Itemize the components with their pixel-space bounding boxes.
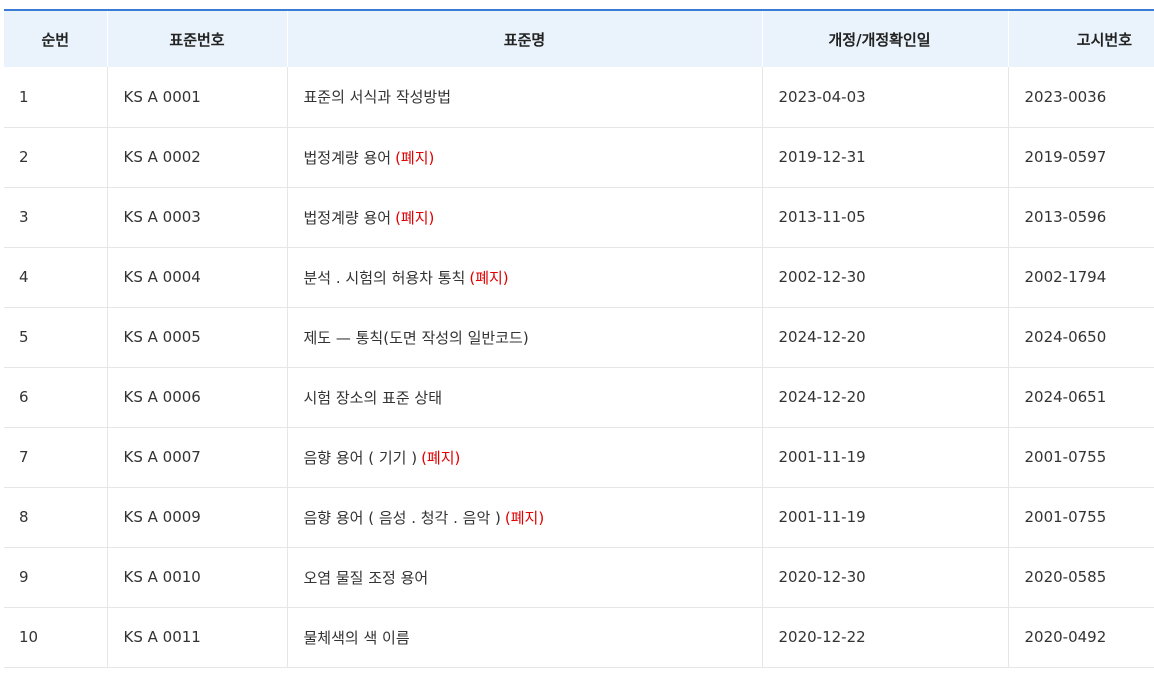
cell-notice-no: 2020-0585 bbox=[1024, 568, 1107, 586]
cell-standard-name[interactable]: 법정계량 용어 (폐지) bbox=[287, 187, 763, 247]
abolished-badge: (폐지) bbox=[469, 268, 509, 287]
cell-standard-no[interactable]: KS A 0004 bbox=[107, 247, 288, 307]
table-row: 6 KS A 0006 시험 장소의 표준 상태 2024-12-20 2024… bbox=[4, 367, 1154, 427]
cell-standard-no[interactable]: KS A 0009 bbox=[107, 487, 288, 547]
table-row: 1 KS A 0001 표준의 서식과 작성방법 2023-04-03 2023… bbox=[4, 67, 1154, 127]
standard-name-link[interactable]: 제도 — 통칙(도면 작성의 일반코드) bbox=[304, 329, 529, 347]
cell-index: 1 bbox=[4, 67, 108, 127]
standard-name-link[interactable]: 시험 장소의 표준 상태 bbox=[304, 389, 443, 407]
cell-standard-no[interactable]: KS A 0006 bbox=[107, 367, 288, 427]
cell-revision-date: 2001-11-19 bbox=[762, 487, 1009, 547]
cell-index: 7 bbox=[4, 427, 108, 487]
table-row: 7 KS A 0007 음향 용어 ( 기기 ) (폐지) 2001-11-19 … bbox=[4, 427, 1154, 487]
cell-standard-no[interactable]: KS A 0003 bbox=[107, 187, 288, 247]
cell-standard-name[interactable]: 오염 물질 조정 용어 bbox=[287, 547, 763, 607]
standard-name-link[interactable]: 음향 용어 ( 기기 ) bbox=[304, 449, 418, 467]
cell-revision-date: 2020-12-22 bbox=[762, 607, 1009, 667]
abolished-badge: (폐지) bbox=[395, 208, 435, 227]
cell-index: 9 bbox=[4, 547, 108, 607]
standards-table: 순번 표준번호 표준명 개정/개정확인일 고시번호 1 KS A 0001 표준… bbox=[4, 9, 1154, 668]
cell-index: 3 bbox=[4, 187, 108, 247]
cell-notice-no: 2024-0651 bbox=[1024, 388, 1107, 406]
cell-standard-no[interactable]: KS A 0011 bbox=[107, 607, 288, 667]
standard-name-link[interactable]: 오염 물질 조정 용어 bbox=[304, 569, 429, 587]
cell-revision-date: 2023-04-03 bbox=[762, 67, 1009, 127]
cell-revision-date: 2020-12-30 bbox=[762, 547, 1009, 607]
cell-notice-no: 2001-0755 bbox=[1024, 508, 1107, 526]
cell-standard-name[interactable]: 분석 . 시험의 허용차 통칙 (폐지) bbox=[287, 247, 763, 307]
table-row: 5 KS A 0005 제도 — 통칙(도면 작성의 일반코드) 2024-12… bbox=[4, 307, 1154, 367]
cell-standard-name[interactable]: 법정계량 용어 (폐지) bbox=[287, 127, 763, 187]
cell-standard-name[interactable]: 제도 — 통칙(도면 작성의 일반코드) bbox=[287, 307, 763, 367]
table-row: 3 KS A 0003 법정계량 용어 (폐지) 2013-11-05 2013-… bbox=[4, 187, 1154, 247]
cell-index: 6 bbox=[4, 367, 108, 427]
header-notice-no: 고시번호 bbox=[1008, 9, 1154, 67]
cell-index: 4 bbox=[4, 247, 108, 307]
table-row: 8 KS A 0009 음향 용어 ( 음성 . 청각 . 음악 ) (폐지) 2… bbox=[4, 487, 1154, 547]
abolished-badge: (폐지) bbox=[395, 148, 435, 167]
abolished-badge: (폐지) bbox=[421, 448, 461, 467]
cell-revision-date: 2013-11-05 bbox=[762, 187, 1009, 247]
standard-name-link[interactable]: 음향 용어 ( 음성 . 청각 . 음악 ) bbox=[304, 509, 501, 527]
cell-index: 10 bbox=[4, 607, 108, 667]
cell-standard-name[interactable]: 표준의 서식과 작성방법 bbox=[287, 67, 763, 127]
standard-name-link[interactable]: 표준의 서식과 작성방법 bbox=[304, 88, 452, 106]
cell-standard-name[interactable]: 음향 용어 ( 음성 . 청각 . 음악 ) (폐지) bbox=[287, 487, 763, 547]
table-row: 10 KS A 0011 물체색의 색 이름 2020-12-22 2020-0… bbox=[4, 607, 1154, 667]
cell-index: 5 bbox=[4, 307, 108, 367]
table-row: 2 KS A 0002 법정계량 용어 (폐지) 2019-12-31 2019-… bbox=[4, 127, 1154, 187]
standards-table-container: 순번 표준번호 표준명 개정/개정확인일 고시번호 1 KS A 0001 표준… bbox=[4, 9, 1154, 668]
abolished-badge: (폐지) bbox=[504, 508, 545, 527]
cell-notice-no: 2002-1794 bbox=[1024, 268, 1107, 286]
cell-notice-no: 2001-0755 bbox=[1024, 448, 1107, 466]
header-standard-name: 표준명 bbox=[287, 9, 763, 67]
standard-name-link[interactable]: 법정계량 용어 bbox=[304, 209, 392, 227]
header-row: 순번 표준번호 표준명 개정/개정확인일 고시번호 bbox=[4, 9, 1154, 67]
header-index: 순번 bbox=[4, 9, 108, 67]
cell-notice-no: 2019-0597 bbox=[1024, 148, 1107, 166]
cell-standard-no[interactable]: KS A 0001 bbox=[107, 67, 288, 127]
table-header: 순번 표준번호 표준명 개정/개정확인일 고시번호 bbox=[4, 9, 1154, 67]
cell-standard-no[interactable]: KS A 0002 bbox=[107, 127, 288, 187]
cell-standard-name[interactable]: 음향 용어 ( 기기 ) (폐지) bbox=[287, 427, 763, 487]
cell-notice-no: 2023-0036 bbox=[1024, 87, 1107, 106]
cell-index: 8 bbox=[4, 487, 108, 547]
standard-name-link[interactable]: 물체색의 색 이름 bbox=[304, 629, 410, 647]
standard-name-link[interactable]: 분석 . 시험의 허용차 통칙 bbox=[304, 269, 466, 287]
cell-notice-no: 2024-0650 bbox=[1024, 328, 1107, 346]
standard-name-link[interactable]: 법정계량 용어 bbox=[304, 149, 392, 167]
header-standard-no: 표준번호 bbox=[107, 9, 288, 67]
cell-revision-date: 2024-12-20 bbox=[762, 367, 1009, 427]
header-revision-date: 개정/개정확인일 bbox=[762, 9, 1009, 67]
cell-revision-date: 2002-12-30 bbox=[762, 247, 1009, 307]
table-row: 9 KS A 0010 오염 물질 조정 용어 2020-12-30 2020-… bbox=[4, 547, 1154, 607]
cell-standard-no[interactable]: KS A 0005 bbox=[107, 307, 288, 367]
cell-notice-no: 2013-0596 bbox=[1024, 208, 1107, 226]
cell-standard-name[interactable]: 물체색의 색 이름 bbox=[287, 607, 763, 667]
table-row: 4 KS A 0004 분석 . 시험의 허용차 통칙 (폐지) 2002-12-… bbox=[4, 247, 1154, 307]
cell-standard-no[interactable]: KS A 0007 bbox=[107, 427, 288, 487]
cell-standard-no[interactable]: KS A 0010 bbox=[107, 547, 288, 607]
cell-standard-name[interactable]: 시험 장소의 표준 상태 bbox=[287, 367, 763, 427]
table-body: 1 KS A 0001 표준의 서식과 작성방법 2023-04-03 2023… bbox=[4, 67, 1154, 667]
cell-revision-date: 2001-11-19 bbox=[762, 427, 1009, 487]
cell-revision-date: 2024-12-20 bbox=[762, 307, 1009, 367]
cell-index: 2 bbox=[4, 127, 108, 187]
cell-notice-no: 2020-0492 bbox=[1024, 628, 1107, 646]
cell-revision-date: 2019-12-31 bbox=[762, 127, 1009, 187]
